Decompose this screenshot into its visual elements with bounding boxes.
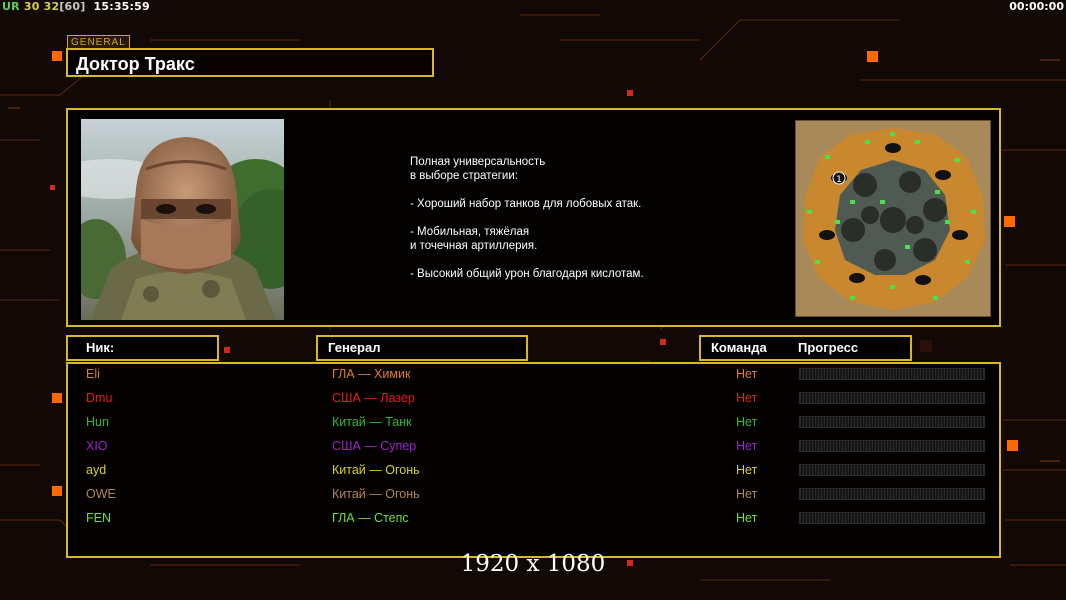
player-row: Hun Китай — Танк Нет	[68, 412, 999, 432]
player-team: Нет	[736, 463, 758, 477]
players-list: Eli ГЛА — Химик Нет Dmu США — Лазер Нет …	[66, 362, 1001, 558]
bg-square	[867, 51, 878, 62]
bg-square	[52, 486, 62, 496]
load-progress-bar	[799, 512, 985, 524]
general-description: Полная универсальность в выборе стратеги…	[410, 155, 770, 281]
nick-column-header: Ник:	[66, 335, 219, 361]
player-row: Dmu США — Лазер Нет	[68, 388, 999, 408]
description-line: - Мобильная, тяжёлая	[410, 226, 530, 238]
player-nick: OWE	[86, 487, 116, 501]
description-line: - Высокий общий урон благодаря кислотам.	[410, 268, 644, 280]
description-line: - Хороший набор танков для лобовых атак.	[410, 198, 642, 210]
bg-square	[52, 51, 62, 61]
ur-label: UR	[2, 0, 20, 13]
player-nick: FEN	[86, 511, 111, 525]
player-general: Китай — Танк	[332, 415, 412, 429]
player-team: Нет	[736, 415, 758, 429]
player-general: ГЛА — Степс	[332, 511, 409, 525]
description-line: в выборе стратегии:	[410, 170, 518, 182]
player-row: FEN ГЛА — Степс Нет	[68, 508, 999, 528]
player-row: XIO США — Супер Нет	[68, 436, 999, 456]
player-nick: Dmu	[86, 391, 113, 405]
player-general: США — Супер	[332, 439, 417, 453]
description-line	[410, 253, 770, 267]
player-nick: Hun	[86, 415, 109, 429]
load-progress-bar	[799, 392, 985, 404]
fps-value: 30	[23, 0, 40, 13]
bg-square	[1007, 440, 1018, 451]
player-row: ayd Китай — Огонь Нет	[68, 460, 999, 480]
player-general: США — Лазер	[332, 391, 415, 405]
system-clock: 15:35:59	[93, 0, 150, 13]
description-line: Полная универсальность	[410, 156, 546, 168]
map-preview[interactable]: 1	[795, 120, 991, 317]
player-general: Китай — Огонь	[332, 463, 420, 477]
team-progress-header: Команда Прогресс	[699, 335, 912, 361]
player-team: Нет	[736, 439, 758, 453]
load-progress-bar	[799, 368, 985, 380]
load-progress-bar	[799, 488, 985, 500]
player-general: ГЛА — Химик	[332, 367, 411, 381]
player-team: Нет	[736, 391, 758, 405]
load-progress-bar	[799, 464, 985, 476]
player-row: OWE Китай — Огонь Нет	[68, 484, 999, 504]
player-nick: Eli	[86, 367, 100, 381]
description-line	[410, 183, 770, 197]
description-line: и точечная артиллерия.	[410, 240, 538, 252]
general-portrait	[81, 119, 284, 320]
general-info-panel: Полная универсальность в выборе стратеги…	[66, 108, 1001, 327]
game-timer: 00:00:00	[1009, 0, 1064, 13]
start-position-marker: 1	[836, 175, 842, 185]
player-team: Нет	[736, 511, 758, 525]
progress-column-header: Прогресс	[798, 340, 859, 355]
load-progress-bar	[799, 416, 985, 428]
bg-square	[52, 393, 62, 403]
resolution-label: 1920 x 1080	[460, 551, 606, 577]
description-line	[410, 211, 770, 225]
load-progress-bar	[799, 440, 985, 452]
player-team: Нет	[736, 487, 758, 501]
general-column-header: Генерал	[316, 335, 528, 361]
general-title: Доктор Тракс	[66, 48, 434, 77]
player-row: Eli ГЛА — Химик Нет	[68, 364, 999, 384]
bg-square	[1004, 216, 1015, 227]
hud-stats: UR 30 32[60] 15:35:59	[2, 0, 150, 13]
fps-cap: [60]	[59, 0, 86, 13]
fps-value: 32	[43, 0, 60, 13]
player-nick: ayd	[86, 463, 107, 477]
team-column-header: Команда	[711, 340, 767, 355]
player-team: Нет	[736, 367, 758, 381]
player-nick: XIO	[86, 439, 108, 453]
player-general: Китай — Огонь	[332, 487, 420, 501]
